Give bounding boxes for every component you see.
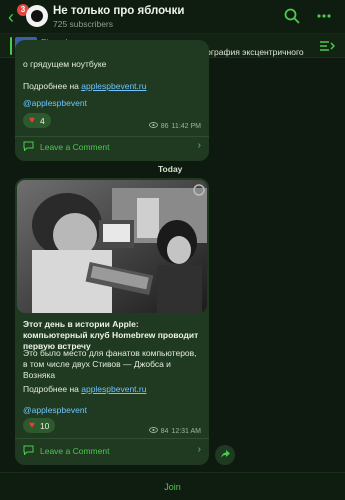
view-count: 86 <box>160 122 169 130</box>
message-more-line: Подробнее на applespbevent.ru <box>23 384 147 394</box>
message-link[interactable]: applespbevent.ru <box>81 81 146 91</box>
pinned-indicator <box>10 37 12 55</box>
eye-icon <box>148 427 158 435</box>
message-link[interactable]: applespbevent.ru <box>81 384 146 394</box>
message-more-line: Подробнее на applespbevent.ru <box>23 81 147 91</box>
message-bubble: о грядущем ноутбуке Подробнее на applesp… <box>15 40 209 161</box>
view-count: 84 <box>160 427 169 435</box>
post-body: Это было место для фанатов компьютеров, … <box>23 348 197 380</box>
reaction-count: 4 <box>39 115 45 126</box>
channel-mention[interactable]: @applespbevent <box>23 405 203 416</box>
channel-mention[interactable]: @applespbevent <box>23 98 203 109</box>
channel-avatar[interactable] <box>26 5 48 27</box>
message-time: 12:31 AM <box>171 427 201 435</box>
leave-comment-button[interactable]: Leave a Comment <box>23 445 109 457</box>
join-button[interactable]: Join <box>0 472 345 500</box>
subscriber-count: 725 subscribers <box>53 19 114 29</box>
search-icon[interactable] <box>284 8 300 29</box>
message-time: 11:42 PM <box>171 122 201 130</box>
share-button[interactable] <box>215 445 235 465</box>
post-photo[interactable] <box>17 180 207 313</box>
channel-title-block[interactable]: Не только про яблочки 725 subscribers <box>53 5 184 29</box>
chevron-right-icon: › <box>197 444 201 455</box>
share-icon <box>220 449 231 462</box>
message-meta: 84 12:31 AM <box>148 427 201 435</box>
heart-icon: ♥ <box>29 420 35 431</box>
comment-icon <box>23 141 34 153</box>
channel-title: Не только про яблочки <box>53 5 185 17</box>
message-text: о грядущем ноутбуке <box>23 59 107 69</box>
heart-reaction[interactable]: ♥ 10 <box>23 418 56 433</box>
chat-header: ‹ 3 Не только про яблочки 725 subscriber… <box>0 0 345 34</box>
eye-icon <box>148 122 158 130</box>
pinned-list-icon[interactable] <box>319 39 336 58</box>
date-divider: Today <box>158 164 183 174</box>
chevron-right-icon: › <box>197 140 201 151</box>
comment-icon <box>23 445 34 457</box>
leave-comment-button[interactable]: Leave a Comment <box>23 141 109 153</box>
reaction-count: 10 <box>39 420 50 431</box>
divider <box>15 136 209 137</box>
more-icon[interactable] <box>316 8 332 29</box>
message-meta: 86 11:42 PM <box>148 122 201 130</box>
divider <box>15 438 209 439</box>
message-bubble: Этот день в истории Apple: компьютерный … <box>15 178 209 465</box>
heart-icon: ♥ <box>29 115 35 126</box>
heart-reaction[interactable]: ♥ 4 <box>23 113 51 128</box>
